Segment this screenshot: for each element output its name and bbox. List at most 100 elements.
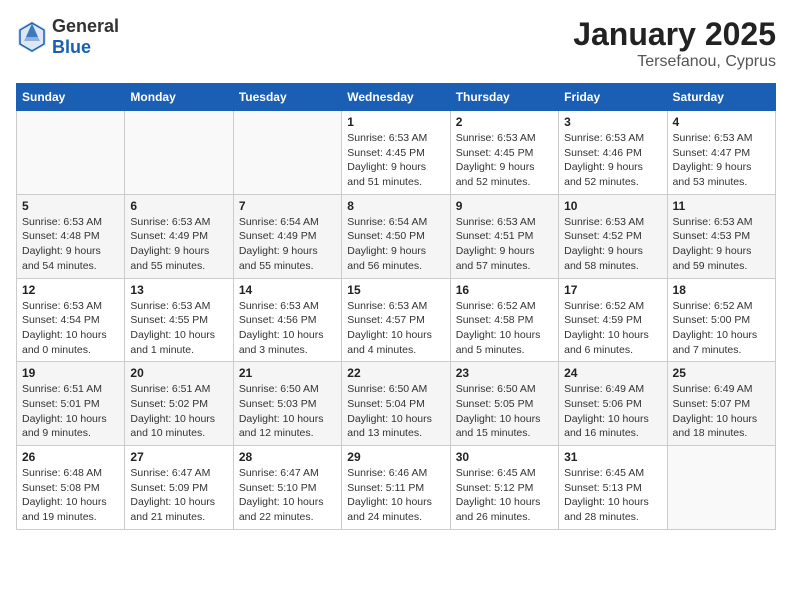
day-info: Sunrise: 6:52 AM Sunset: 5:00 PM Dayligh… (673, 299, 770, 358)
day-number: 10 (564, 199, 661, 213)
header-row: SundayMondayTuesdayWednesdayThursdayFrid… (17, 84, 776, 111)
day-number: 9 (456, 199, 553, 213)
col-header-saturday: Saturday (667, 84, 775, 111)
day-info: Sunrise: 6:53 AM Sunset: 4:53 PM Dayligh… (673, 215, 770, 274)
calendar-cell: 14Sunrise: 6:53 AM Sunset: 4:56 PM Dayli… (233, 278, 341, 362)
day-info: Sunrise: 6:46 AM Sunset: 5:11 PM Dayligh… (347, 466, 444, 525)
day-info: Sunrise: 6:47 AM Sunset: 5:09 PM Dayligh… (130, 466, 227, 525)
day-info: Sunrise: 6:48 AM Sunset: 5:08 PM Dayligh… (22, 466, 119, 525)
day-number: 2 (456, 115, 553, 129)
calendar-cell: 16 Sunrise: 6:52 AM Sunset: 4:58 PM Dayli… (450, 278, 558, 362)
calendar-cell: 10 Sunrise: 6:53 AM Sunset: 4:52 PM Dayli… (559, 194, 667, 278)
page-header: General Blue January 2025 Tersefanou, Cy… (16, 16, 776, 71)
day-info: Sunrise: 6:53 AM Sunset: 4:52 PM Dayligh… (564, 215, 661, 274)
day-number: 28 (239, 450, 336, 464)
col-header-sunday: Sunday (17, 84, 125, 111)
day-info: Sunrise: 6:53 AM Sunset: 4:49 PM Dayligh… (130, 215, 227, 274)
day-info: Sunrise: 6:50 AM Sunset: 5:03 PM Dayligh… (239, 382, 336, 441)
day-number: 30 (456, 450, 553, 464)
day-number: 24 (564, 366, 661, 380)
page-subtitle: Tersefanou, Cyprus (573, 53, 776, 71)
day-info: Sunrise: 6:53 AM Sunset: 4:57 PM Dayligh… (347, 299, 444, 358)
day-number: 3 (564, 115, 661, 129)
day-info: Sunrise: 6:45 AM Sunset: 5:13 PM Dayligh… (564, 466, 661, 525)
calendar-cell: 31 Sunrise: 6:45 AM Sunset: 5:13 PM Dayli… (559, 446, 667, 530)
calendar-cell: 27 Sunrise: 6:47 AM Sunset: 5:09 PM Dayli… (125, 446, 233, 530)
calendar-cell: 20 Sunrise: 6:51 AM Sunset: 5:02 PM Dayli… (125, 362, 233, 446)
day-number: 1 (347, 115, 444, 129)
calendar-cell: 25 Sunrise: 6:49 AM Sunset: 5:07 PM Dayli… (667, 362, 775, 446)
day-info: Sunrise: 6:53 AM Sunset: 4:45 PM Dayligh… (456, 131, 553, 190)
day-number: 14 (239, 283, 336, 297)
day-info: Sunrise: 6:53 AM Sunset: 4:55 PM Dayligh… (130, 299, 227, 358)
day-info: Sunrise: 6:50 AM Sunset: 5:05 PM Dayligh… (456, 382, 553, 441)
day-number: 31 (564, 450, 661, 464)
week-row-3: 12 Sunrise: 6:53 AM Sunset: 4:54 PM Dayli… (17, 278, 776, 362)
day-info: Sunrise: 6:54 AM Sunset: 4:49 PM Dayligh… (239, 215, 336, 274)
calendar-cell: 3 Sunrise: 6:53 AM Sunset: 4:46 PM Daylig… (559, 111, 667, 195)
day-number: 7 (239, 199, 336, 213)
day-info: Sunrise: 6:54 AM Sunset: 4:50 PM Dayligh… (347, 215, 444, 274)
day-info: Sunrise: 6:49 AM Sunset: 5:07 PM Dayligh… (673, 382, 770, 441)
col-header-tuesday: Tuesday (233, 84, 341, 111)
calendar-cell: 11 Sunrise: 6:53 AM Sunset: 4:53 PM Dayli… (667, 194, 775, 278)
calendar-cell: 26 Sunrise: 6:48 AM Sunset: 5:08 PM Dayli… (17, 446, 125, 530)
day-number: 27 (130, 450, 227, 464)
day-info: Sunrise: 6:52 AM Sunset: 4:59 PM Dayligh… (564, 299, 661, 358)
calendar-cell: 15 Sunrise: 6:53 AM Sunset: 4:57 PM Dayli… (342, 278, 450, 362)
day-info: Sunrise: 6:53 AM Sunset: 4:51 PM Dayligh… (456, 215, 553, 274)
week-row-2: 5Sunrise: 6:53 AM Sunset: 4:48 PM Daylig… (17, 194, 776, 278)
calendar-cell: 17Sunrise: 6:52 AM Sunset: 4:59 PM Dayli… (559, 278, 667, 362)
calendar-cell (233, 111, 341, 195)
calendar-cell (125, 111, 233, 195)
calendar-cell: 24 Sunrise: 6:49 AM Sunset: 5:06 PM Dayli… (559, 362, 667, 446)
calendar-cell (667, 446, 775, 530)
logo-icon (16, 19, 48, 55)
day-number: 4 (673, 115, 770, 129)
calendar-cell (17, 111, 125, 195)
week-row-4: 19Sunrise: 6:51 AM Sunset: 5:01 PM Dayli… (17, 362, 776, 446)
calendar-cell: 5Sunrise: 6:53 AM Sunset: 4:48 PM Daylig… (17, 194, 125, 278)
page-title: January 2025 (573, 16, 776, 53)
calendar-cell: 1Sunrise: 6:53 AM Sunset: 4:45 PM Daylig… (342, 111, 450, 195)
calendar-cell: 18Sunrise: 6:52 AM Sunset: 5:00 PM Dayli… (667, 278, 775, 362)
day-info: Sunrise: 6:53 AM Sunset: 4:54 PM Dayligh… (22, 299, 119, 358)
day-number: 22 (347, 366, 444, 380)
col-header-thursday: Thursday (450, 84, 558, 111)
day-number: 26 (22, 450, 119, 464)
day-info: Sunrise: 6:50 AM Sunset: 5:04 PM Dayligh… (347, 382, 444, 441)
day-info: Sunrise: 6:53 AM Sunset: 4:48 PM Dayligh… (22, 215, 119, 274)
day-number: 6 (130, 199, 227, 213)
calendar-cell: 29Sunrise: 6:46 AM Sunset: 5:11 PM Dayli… (342, 446, 450, 530)
day-info: Sunrise: 6:53 AM Sunset: 4:47 PM Dayligh… (673, 131, 770, 190)
day-number: 12 (22, 283, 119, 297)
day-number: 20 (130, 366, 227, 380)
calendar-cell: 13 Sunrise: 6:53 AM Sunset: 4:55 PM Dayli… (125, 278, 233, 362)
day-number: 25 (673, 366, 770, 380)
calendar-cell: 9 Sunrise: 6:53 AM Sunset: 4:51 PM Daylig… (450, 194, 558, 278)
calendar-cell: 23Sunrise: 6:50 AM Sunset: 5:05 PM Dayli… (450, 362, 558, 446)
week-row-1: 1 Sunrise: 6:53 AM Sunset: 4:45 PM Daylig… (17, 111, 776, 195)
calendar-cell: 2 Sunrise: 6:53 AM Sunset: 4:45 PM Daylig… (450, 111, 558, 195)
calendar-cell: 28Sunrise: 6:47 AM Sunset: 5:10 PM Dayli… (233, 446, 341, 530)
calendar-cell: 4 Sunrise: 6:53 AM Sunset: 4:47 PM Daylig… (667, 111, 775, 195)
day-info: Sunrise: 6:51 AM Sunset: 5:01 PM Dayligh… (22, 382, 119, 441)
title-block: January 2025 Tersefanou, Cyprus (573, 16, 776, 71)
day-number: 13 (130, 283, 227, 297)
calendar-cell: 8 Sunrise: 6:54 AM Sunset: 4:50 PM Daylig… (342, 194, 450, 278)
calendar-cell: 6 Sunrise: 6:53 AM Sunset: 4:49 PM Daylig… (125, 194, 233, 278)
logo-blue-text: Blue (52, 37, 119, 58)
day-number: 15 (347, 283, 444, 297)
col-header-friday: Friday (559, 84, 667, 111)
day-number: 11 (673, 199, 770, 213)
day-info: Sunrise: 6:52 AM Sunset: 4:58 PM Dayligh… (456, 299, 553, 358)
day-info: Sunrise: 6:51 AM Sunset: 5:02 PM Dayligh… (130, 382, 227, 441)
logo-general-text: General (52, 16, 119, 37)
day-number: 16 (456, 283, 553, 297)
day-number: 8 (347, 199, 444, 213)
calendar-cell: 19Sunrise: 6:51 AM Sunset: 5:01 PM Dayli… (17, 362, 125, 446)
calendar-cell: 22 Sunrise: 6:50 AM Sunset: 5:04 PM Dayli… (342, 362, 450, 446)
calendar-cell: 7 Sunrise: 6:54 AM Sunset: 4:49 PM Daylig… (233, 194, 341, 278)
day-info: Sunrise: 6:49 AM Sunset: 5:06 PM Dayligh… (564, 382, 661, 441)
day-info: Sunrise: 6:53 AM Sunset: 4:46 PM Dayligh… (564, 131, 661, 190)
